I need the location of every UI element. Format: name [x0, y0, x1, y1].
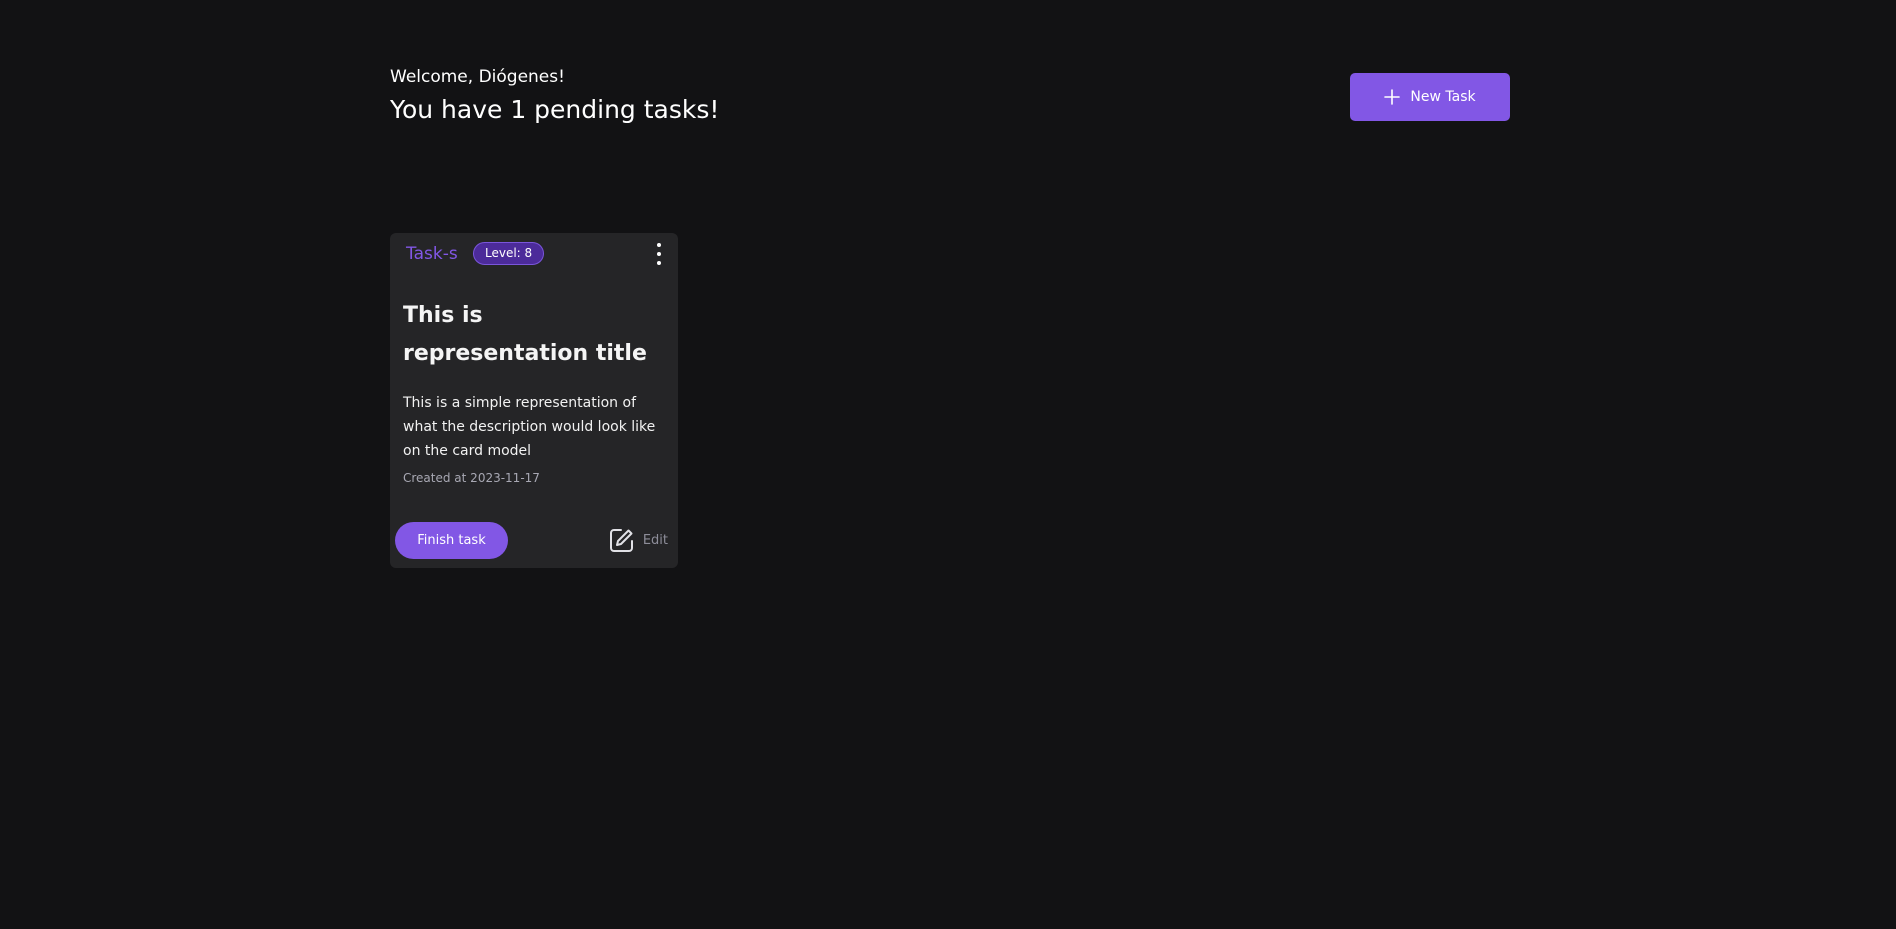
pending-tasks-heading: You have 1 pending tasks!: [390, 95, 720, 124]
level-badge: Level: 8: [473, 242, 545, 265]
welcome-message: Welcome, Diógenes!: [390, 67, 565, 87]
plus-icon: [1384, 89, 1401, 105]
task-created-date: Created at 2023-11-17: [403, 471, 540, 485]
finish-task-button[interactable]: Finish task: [395, 522, 508, 559]
edit-button[interactable]: Edit: [608, 527, 668, 554]
edit-icon: [609, 529, 633, 552]
task-title: This is representation title: [403, 303, 647, 366]
task-card: Task-s Level: 8 This is representation t…: [390, 233, 678, 568]
new-task-button[interactable]: New Task: [1350, 73, 1510, 121]
task-tag: Task-s: [406, 244, 458, 264]
more-vertical-icon[interactable]: [652, 241, 666, 267]
edit-label: Edit: [642, 533, 668, 548]
new-task-label: New Task: [1410, 89, 1476, 105]
task-dashboard: Welcome, Diógenes! You have 1 pending ta…: [0, 0, 1896, 929]
task-description: This is a simple representation of what …: [403, 395, 656, 459]
